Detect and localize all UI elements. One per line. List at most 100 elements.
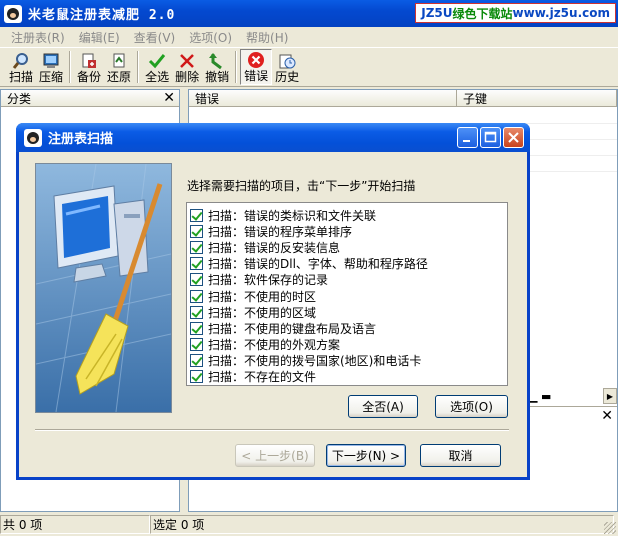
scan-option-row[interactable]: 扫描：错误的类标识和文件关联 [187, 207, 507, 223]
options-button[interactable]: 选项(O) [435, 395, 508, 418]
toolbar-separator [69, 51, 72, 83]
checkbox[interactable] [190, 321, 203, 335]
scan-option-row[interactable]: 扫描：软件保存的记录 [187, 272, 507, 288]
checkbox[interactable] [190, 289, 203, 303]
dialog-titlebar[interactable]: 注册表扫描 [16, 123, 530, 152]
scan-option-label: 扫描：不使用的时区 [208, 289, 317, 304]
scroll-right-arrow[interactable]: ▶ [603, 388, 617, 404]
compress-label: 压缩 [39, 70, 64, 84]
previous-button[interactable]: < 上一步(B) [235, 444, 315, 467]
scan-option-row[interactable]: 扫描：错误的Dll、字体、帮助和程序路径 [187, 256, 507, 272]
checkbox[interactable] [190, 208, 203, 222]
brand-middle: 绿色下载站 [452, 6, 513, 21]
maximize-icon [484, 131, 497, 143]
toolbar-separator [137, 51, 140, 83]
brand-prefix: JZ5U [421, 6, 453, 20]
close-icon[interactable]: ✕ [601, 408, 613, 424]
undo-label: 撤销 [205, 70, 230, 84]
close-icon [508, 132, 519, 143]
undo-arrow-icon [207, 52, 227, 70]
app-title: 米老鼠注册表减肥 2.0 [28, 8, 176, 23]
close-button[interactable] [503, 127, 524, 148]
backup-icon [79, 52, 99, 70]
compress-icon [41, 52, 61, 70]
scan-option-row[interactable]: 扫描：不使用的外观方案 [187, 337, 507, 353]
column-header-subkey[interactable]: 子键 [457, 90, 617, 107]
minimize-button[interactable] [457, 127, 478, 148]
restore-button[interactable]: 还原 [104, 49, 134, 85]
resize-grip-icon[interactable] [604, 522, 616, 534]
menubar: 注册表(R) 编辑(E) 查看(V) 选项(O) 帮助(H) [0, 27, 618, 47]
error-circle-icon [246, 51, 266, 69]
history-button[interactable]: 历史 [272, 49, 302, 85]
select-all-button[interactable]: 全选 [142, 49, 172, 85]
column-subkey-label: 子键 [463, 91, 488, 106]
scan-option-label: 扫描：软件保存的记录 [208, 273, 329, 288]
column-error-label: 错误 [195, 91, 220, 106]
scan-option-label: 扫描：不使用的键盘布局及语言 [208, 321, 377, 336]
scan-option-row[interactable]: 扫描：不使用的拨号国家(地区)和电话卡 [187, 353, 507, 369]
next-button[interactable]: 下一步(N) > [326, 444, 406, 467]
brand-url: www.jz5u.com [512, 6, 610, 20]
restore-icon [109, 52, 129, 70]
dash-icon: ▁ ▬ [529, 389, 552, 403]
dialog-divider [35, 429, 509, 431]
maximize-button[interactable] [480, 127, 501, 148]
menu-edit[interactable]: 编辑(E) [72, 29, 127, 46]
checkbox[interactable] [190, 354, 203, 368]
scan-option-row[interactable]: 扫描：不使用的键盘布局及语言 [187, 320, 507, 336]
menu-help[interactable]: 帮助(H) [239, 29, 295, 46]
menu-registry[interactable]: 注册表(R) [4, 29, 72, 46]
backup-button[interactable]: 备份 [74, 49, 104, 85]
results-list-header: 错误 子键 [189, 90, 617, 107]
scan-option-row[interactable]: 扫描：错误的程序菜单排序 [187, 223, 507, 239]
minimize-icon [463, 140, 470, 142]
scan-option-label: 扫描：不存在的文件 [208, 370, 317, 385]
scan-label: 扫描 [9, 70, 34, 84]
delete-button[interactable]: 删除 [172, 49, 202, 85]
scan-option-row[interactable]: 扫描：不使用的时区 [187, 288, 507, 304]
delete-x-icon [177, 52, 197, 70]
status-total: 共 0 项 [0, 515, 150, 534]
registry-scan-dialog: 注册表扫描 选择需要扫描的项目，击“下一步”开始扫描 扫描：错误的类标识和文件关… [16, 123, 530, 480]
scan-option-label: 扫描：错误的Dll、字体、帮助和程序路径 [208, 257, 428, 272]
checkbox[interactable] [190, 240, 203, 254]
scan-option-label: 扫描：不使用的外观方案 [208, 338, 341, 353]
checkmark-icon [147, 52, 167, 70]
checkbox[interactable] [190, 370, 203, 384]
scan-button[interactable]: 扫描 [6, 49, 36, 85]
history-icon [277, 52, 297, 70]
mouse-app-icon [24, 128, 42, 147]
mouse-app-icon [4, 4, 22, 23]
close-icon[interactable]: ✕ [163, 91, 175, 105]
undo-button[interactable]: 撤销 [202, 49, 232, 85]
backup-label: 备份 [77, 70, 102, 84]
checkbox[interactable] [190, 273, 203, 287]
errors-toggle-button[interactable]: 错误 [240, 49, 273, 85]
checkbox[interactable] [190, 338, 203, 352]
scan-prompt: 选择需要扫描的项目，击“下一步”开始扫描 [187, 179, 416, 193]
category-pane-header: 分类 ✕ [1, 90, 179, 107]
category-header-label: 分类 [7, 91, 32, 106]
computer-broom-illustration-icon [36, 164, 171, 412]
select-none-button[interactable]: 全否(A) [348, 395, 418, 418]
checkbox[interactable] [190, 224, 203, 238]
menu-options[interactable]: 选项(O) [182, 29, 239, 46]
checkbox[interactable] [190, 257, 203, 271]
toolbar-separator [235, 51, 238, 83]
scan-option-row[interactable]: 扫描：不使用的区域 [187, 304, 507, 320]
scan-option-label: 扫描：错误的反安装信息 [208, 240, 341, 255]
scan-option-label: 扫描：不使用的区域 [208, 305, 317, 320]
cancel-button[interactable]: 取消 [420, 444, 501, 467]
checkbox[interactable] [190, 305, 203, 319]
compress-button[interactable]: 压缩 [36, 49, 66, 85]
scan-option-row[interactable]: 扫描：不存在的文件 [187, 369, 507, 385]
select-all-label: 全选 [145, 70, 170, 84]
scan-option-row[interactable]: 扫描：错误的反安装信息 [187, 239, 507, 255]
column-header-error[interactable]: 错误 [189, 90, 457, 107]
menu-view[interactable]: 查看(V) [127, 29, 183, 46]
status-selected: 选定 0 项 [150, 515, 614, 534]
brand-badge: JZ5U 绿色下载站 www.jz5u.com [415, 3, 616, 23]
magnifier-icon [11, 52, 31, 70]
main-titlebar[interactable]: 米老鼠注册表减肥 2.0 JZ5U 绿色下载站 www.jz5u.com [0, 0, 618, 27]
